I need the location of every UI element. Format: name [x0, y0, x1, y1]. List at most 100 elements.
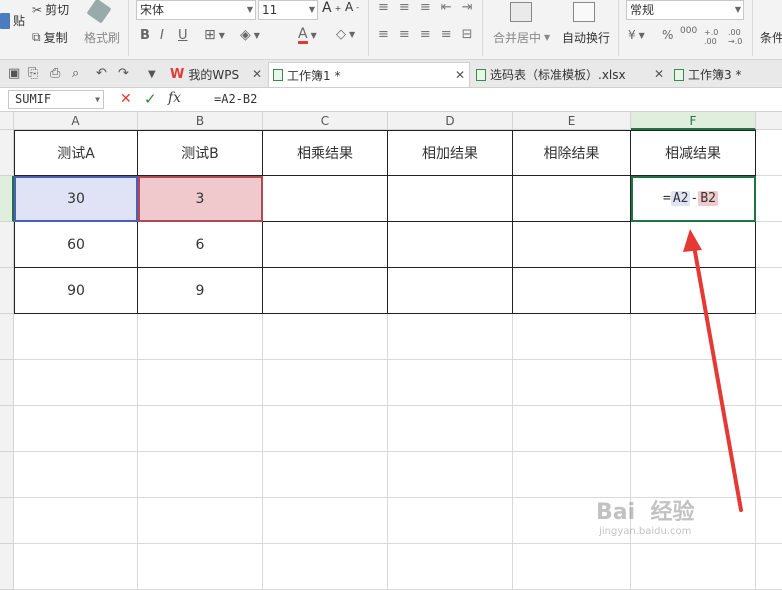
- grid-cell[interactable]: [388, 452, 513, 498]
- grid-cell[interactable]: [631, 360, 756, 406]
- grid-cell[interactable]: [756, 130, 782, 176]
- header-cell[interactable]: 测试A: [14, 130, 138, 176]
- grid-cell[interactable]: [263, 406, 388, 452]
- row-header[interactable]: [0, 498, 14, 544]
- cell-a2-referenced[interactable]: 30: [14, 176, 138, 222]
- data-cell[interactable]: [631, 268, 756, 314]
- column-header-g[interactable]: [756, 112, 782, 130]
- grid-cell[interactable]: [631, 314, 756, 360]
- grid-cell[interactable]: [513, 452, 631, 498]
- tab-code-table[interactable]: 选码表（标准模板）.xlsx ✕: [472, 62, 668, 87]
- decimal-increase-button[interactable]: +.0 .00: [704, 28, 724, 46]
- grid-cell[interactable]: [756, 222, 782, 268]
- data-cell[interactable]: [263, 222, 388, 268]
- currency-button[interactable]: ¥ ▼: [628, 28, 645, 42]
- data-cell[interactable]: 9: [138, 268, 263, 314]
- fill-color-button[interactable]: ◈ ▼: [240, 27, 260, 43]
- align-middle-icon[interactable]: ≡: [399, 0, 410, 15]
- row-header[interactable]: [0, 176, 14, 222]
- grid-cell[interactable]: [138, 544, 263, 590]
- active-cell-f2[interactable]: = A2- B2: [631, 176, 756, 222]
- grid-cell[interactable]: [14, 544, 138, 590]
- print-preview-icon[interactable]: ⌕: [72, 66, 79, 81]
- redo-icon[interactable]: ↷: [118, 66, 129, 81]
- grid-cell[interactable]: [631, 452, 756, 498]
- align-right-icon[interactable]: ≡: [420, 27, 431, 42]
- data-cell[interactable]: 6: [138, 222, 263, 268]
- font-shrink-button[interactable]: A-: [345, 0, 359, 14]
- tab-workbook1[interactable]: 工作簿1 * ✕: [268, 62, 470, 87]
- row-header[interactable]: [0, 544, 14, 590]
- row-header[interactable]: [0, 314, 14, 360]
- data-cell[interactable]: [631, 222, 756, 268]
- merge-center-button[interactable]: 合并居中 ▼: [493, 29, 550, 46]
- grid-cell[interactable]: [263, 314, 388, 360]
- data-cell[interactable]: [263, 268, 388, 314]
- font-size-select[interactable]: 11 ▼: [258, 0, 318, 20]
- percent-button[interactable]: %: [662, 28, 673, 42]
- grid-cell[interactable]: [263, 544, 388, 590]
- insert-function-icon[interactable]: fx: [168, 90, 181, 106]
- grid-cell[interactable]: [756, 360, 782, 406]
- data-cell[interactable]: 90: [14, 268, 138, 314]
- row-header[interactable]: [0, 452, 14, 498]
- grid-cell[interactable]: [631, 544, 756, 590]
- indent-increase-icon[interactable]: ⇥: [462, 0, 473, 15]
- cut-button[interactable]: ✂ 剪切: [32, 1, 69, 18]
- distribute-icon[interactable]: ⊟: [462, 27, 473, 42]
- quick-access-menu-icon[interactable]: ▼: [148, 69, 156, 80]
- decimal-decrease-button[interactable]: .00 →.0: [728, 28, 748, 46]
- grid-cell[interactable]: [756, 406, 782, 452]
- copy-button[interactable]: ⧉ 复制: [32, 29, 68, 46]
- name-box[interactable]: SUMIF ▼: [8, 90, 104, 109]
- align-top-icon[interactable]: ≡: [378, 0, 389, 15]
- formula-input[interactable]: =A2-B2: [214, 92, 257, 106]
- font-color-button[interactable]: A ▼: [298, 27, 317, 44]
- grid-cell[interactable]: [756, 544, 782, 590]
- grid-cell[interactable]: [513, 360, 631, 406]
- underline-button[interactable]: U: [178, 28, 188, 43]
- header-cell[interactable]: 相除结果: [513, 130, 631, 176]
- paste-button[interactable]: 贴: [0, 12, 25, 29]
- grid-cell[interactable]: [756, 314, 782, 360]
- bold-button[interactable]: B: [140, 28, 150, 43]
- data-cell[interactable]: [388, 222, 513, 268]
- align-left-icon[interactable]: ≡: [378, 27, 389, 42]
- grid-cell[interactable]: [756, 176, 782, 222]
- grid-cell[interactable]: [513, 314, 631, 360]
- header-cell[interactable]: 测试B: [138, 130, 263, 176]
- clear-format-button[interactable]: ◇ ▼: [336, 27, 355, 42]
- close-icon[interactable]: ✕: [252, 67, 262, 81]
- grid-cell[interactable]: [14, 360, 138, 406]
- export-icon[interactable]: ⎘: [28, 66, 38, 81]
- grid-cell[interactable]: [756, 452, 782, 498]
- grid-cell[interactable]: [138, 406, 263, 452]
- header-cell[interactable]: 相减结果: [631, 130, 756, 176]
- column-header-d[interactable]: D: [388, 112, 513, 130]
- column-header-a[interactable]: A: [14, 112, 138, 130]
- data-cell[interactable]: [513, 268, 631, 314]
- save-icon[interactable]: ▣: [8, 66, 20, 81]
- format-painter-button[interactable]: 格式刷: [84, 29, 120, 46]
- grid-cell[interactable]: [14, 314, 138, 360]
- data-cell[interactable]: 60: [14, 222, 138, 268]
- close-icon[interactable]: ✕: [455, 68, 465, 82]
- grid-cell[interactable]: [388, 498, 513, 544]
- font-grow-button[interactable]: A +: [322, 0, 341, 16]
- grid-cell[interactable]: [14, 498, 138, 544]
- grid-cell[interactable]: [513, 544, 631, 590]
- grid-cell[interactable]: [138, 360, 263, 406]
- grid-cell[interactable]: [138, 314, 263, 360]
- data-cell[interactable]: [513, 176, 631, 222]
- grid-cell[interactable]: [756, 268, 782, 314]
- align-center-icon[interactable]: ≡: [399, 27, 410, 42]
- header-cell[interactable]: 相乘结果: [263, 130, 388, 176]
- wrap-text-button[interactable]: 自动换行: [562, 29, 610, 46]
- justify-icon[interactable]: ≡: [441, 27, 452, 42]
- column-header-e[interactable]: E: [513, 112, 631, 130]
- grid-cell[interactable]: [388, 544, 513, 590]
- row-header[interactable]: [0, 268, 14, 314]
- grid-cell[interactable]: [263, 360, 388, 406]
- row-header[interactable]: [0, 360, 14, 406]
- header-cell[interactable]: 相加结果: [388, 130, 513, 176]
